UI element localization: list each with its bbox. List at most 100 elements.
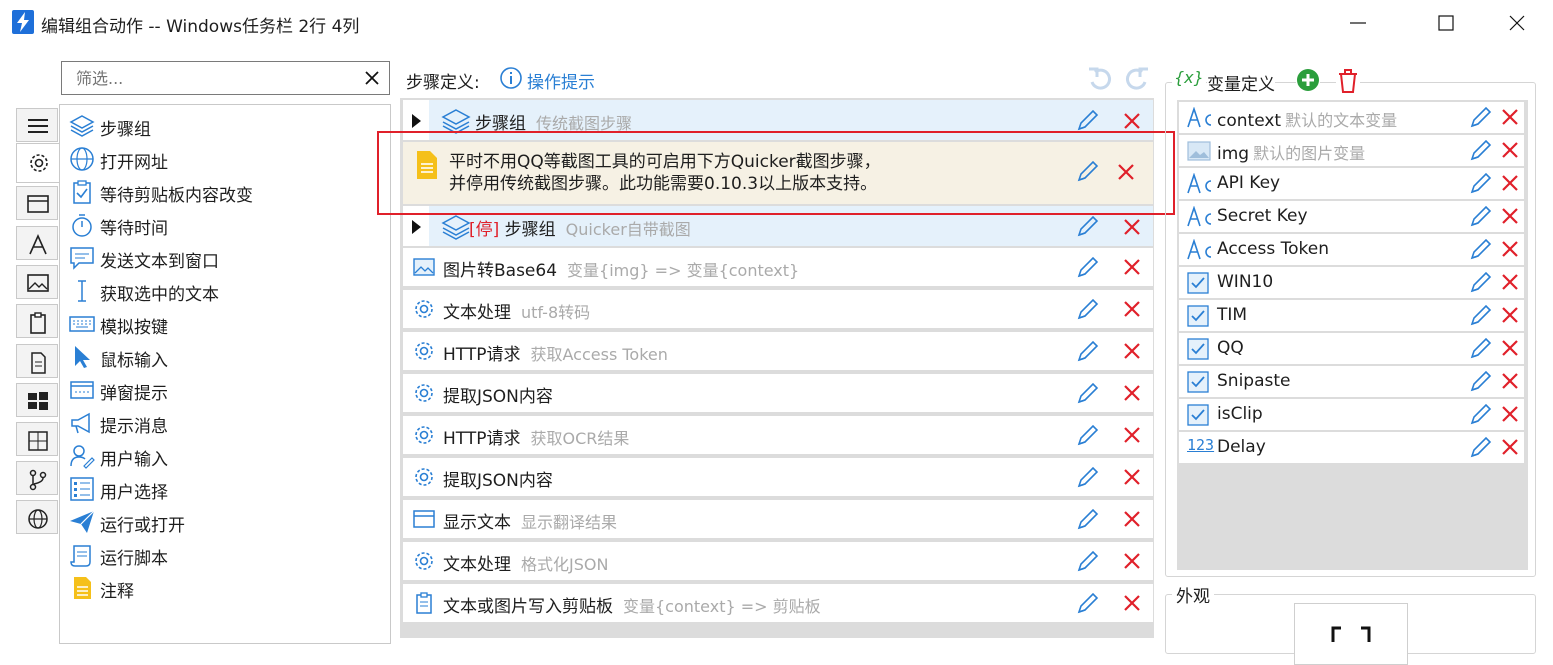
delete-icon[interactable] (1123, 218, 1141, 240)
tab-branch[interactable] (16, 461, 58, 495)
trash-icon[interactable] (1336, 68, 1360, 98)
tab-window[interactable] (16, 186, 58, 220)
tab-clipboard[interactable] (16, 304, 58, 338)
step-row[interactable]: 提取JSON内容 (403, 374, 1153, 412)
edit-icon[interactable] (1468, 106, 1492, 134)
edit-icon[interactable] (1075, 592, 1099, 620)
edit-icon[interactable] (1468, 139, 1492, 167)
redo-icon[interactable] (1124, 66, 1150, 96)
delete-icon[interactable] (1123, 300, 1141, 322)
variable-row[interactable]: TIM (1179, 300, 1524, 331)
expand-icon[interactable] (412, 220, 421, 234)
variable-row[interactable]: isClip (1179, 399, 1524, 430)
variable-row[interactable]: Snipaste (1179, 366, 1524, 397)
delete-icon[interactable] (1501, 273, 1519, 295)
undo-icon[interactable] (1087, 66, 1113, 96)
action-item-popup[interactable]: 弹窗提示 (69, 374, 379, 404)
tab-image[interactable] (16, 265, 58, 299)
variable-row[interactable]: API Key (1179, 168, 1524, 199)
action-item-run-script[interactable]: 运行脚本 (69, 539, 379, 569)
edit-icon[interactable] (1468, 304, 1492, 332)
step-row[interactable]: 文本处理 utf-8转码 (403, 290, 1153, 328)
edit-icon[interactable] (1468, 238, 1492, 266)
edit-icon[interactable] (1075, 550, 1099, 578)
edit-icon[interactable] (1075, 382, 1099, 410)
tab-menu[interactable] (16, 108, 58, 142)
delete-icon[interactable] (1123, 468, 1141, 490)
step-row[interactable]: 文本或图片写入剪贴板 变量{context} => 剪贴板 (403, 584, 1153, 622)
tab-calculator[interactable] (16, 422, 58, 456)
add-icon[interactable] (1296, 68, 1320, 96)
maximize-button[interactable] (1426, 8, 1466, 38)
edit-icon[interactable] (1468, 403, 1492, 431)
edit-icon[interactable] (1075, 340, 1099, 368)
delete-icon[interactable] (1123, 342, 1141, 364)
step-row[interactable]: 图片转Base64 变量{img} => 变量{context} (403, 248, 1153, 286)
edit-icon[interactable] (1075, 466, 1099, 494)
delete-icon[interactable] (1123, 510, 1141, 532)
tab-actions[interactable] (16, 143, 60, 183)
variable-row[interactable]: QQ (1179, 333, 1524, 364)
edit-icon[interactable] (1075, 215, 1099, 243)
delete-icon[interactable] (1501, 306, 1519, 328)
edit-icon[interactable] (1468, 205, 1492, 233)
delete-icon[interactable] (1123, 426, 1141, 448)
close-button[interactable] (1497, 8, 1537, 38)
edit-icon[interactable] (1075, 256, 1099, 284)
step-row[interactable]: HTTP请求 获取Access Token (403, 332, 1153, 370)
edit-icon[interactable] (1075, 298, 1099, 326)
expand-icon[interactable] (412, 114, 421, 128)
delete-icon[interactable] (1501, 141, 1519, 163)
tab-windows[interactable] (16, 383, 58, 417)
minimize-button[interactable] (1338, 8, 1378, 38)
help-link[interactable]: 操作提示 (499, 66, 595, 93)
step-row[interactable]: 显示文本 显示翻译结果 (403, 500, 1153, 538)
edit-icon[interactable] (1468, 370, 1492, 398)
delete-icon[interactable] (1501, 339, 1519, 361)
delete-icon[interactable] (1501, 372, 1519, 394)
delete-icon[interactable] (1123, 594, 1141, 616)
edit-icon[interactable] (1468, 337, 1492, 365)
filter-input[interactable] (74, 68, 358, 89)
action-item-open-url[interactable]: 打开网址 (69, 143, 379, 173)
icon-preview[interactable] (1294, 603, 1408, 665)
variable-row[interactable]: img 默认的图片变量 (1179, 135, 1524, 166)
edit-icon[interactable] (1075, 424, 1099, 452)
delete-icon[interactable] (1123, 552, 1141, 574)
tab-text[interactable] (16, 226, 58, 260)
action-item-mouse-input[interactable]: 鼠标输入 (69, 341, 379, 371)
action-item-message[interactable]: 提示消息 (69, 407, 379, 437)
variable-row[interactable]: Secret Key (1179, 201, 1524, 232)
action-item-user-input[interactable]: 用户输入 (69, 440, 379, 470)
action-item-wait-clipboard[interactable]: 等待剪贴板内容改变 (69, 176, 379, 206)
delete-icon[interactable] (1501, 207, 1519, 229)
delete-icon[interactable] (1501, 405, 1519, 427)
action-item-get-selected-text[interactable]: 获取选中的文本 (69, 275, 379, 305)
clear-icon[interactable] (363, 69, 381, 91)
action-item-note[interactable]: 注释 (69, 572, 379, 602)
variable-row[interactable]: context 默认的文本变量 (1179, 102, 1524, 133)
variable-row[interactable]: 123 Delay (1179, 432, 1524, 463)
step-row[interactable]: 文本处理 格式化JSON (403, 542, 1153, 580)
delete-icon[interactable] (1123, 258, 1141, 280)
action-item-send-text[interactable]: 发送文本到窗口 (69, 242, 379, 272)
edit-icon[interactable] (1468, 436, 1492, 464)
action-item-wait-time[interactable]: 等待时间 (69, 209, 379, 239)
edit-icon[interactable] (1468, 271, 1492, 299)
delete-icon[interactable] (1501, 174, 1519, 196)
step-row[interactable]: HTTP请求 获取OCR结果 (403, 416, 1153, 454)
edit-icon[interactable] (1075, 508, 1099, 536)
edit-icon[interactable] (1468, 172, 1492, 200)
action-item-step-group[interactable]: 步骤组 (69, 110, 379, 140)
delete-icon[interactable] (1123, 384, 1141, 406)
step-row[interactable]: 提取JSON内容 (403, 458, 1153, 496)
action-item-user-select[interactable]: 用户选择 (69, 473, 379, 503)
variable-row[interactable]: Access Token (1179, 234, 1524, 265)
tab-web[interactable] (16, 500, 58, 534)
delete-icon[interactable] (1501, 108, 1519, 130)
tab-document[interactable] (16, 344, 58, 378)
action-item-simulate-keys[interactable]: 模拟按键 (69, 308, 379, 338)
delete-icon[interactable] (1501, 438, 1519, 460)
delete-icon[interactable] (1501, 240, 1519, 262)
variable-row[interactable]: WIN10 (1179, 267, 1524, 298)
